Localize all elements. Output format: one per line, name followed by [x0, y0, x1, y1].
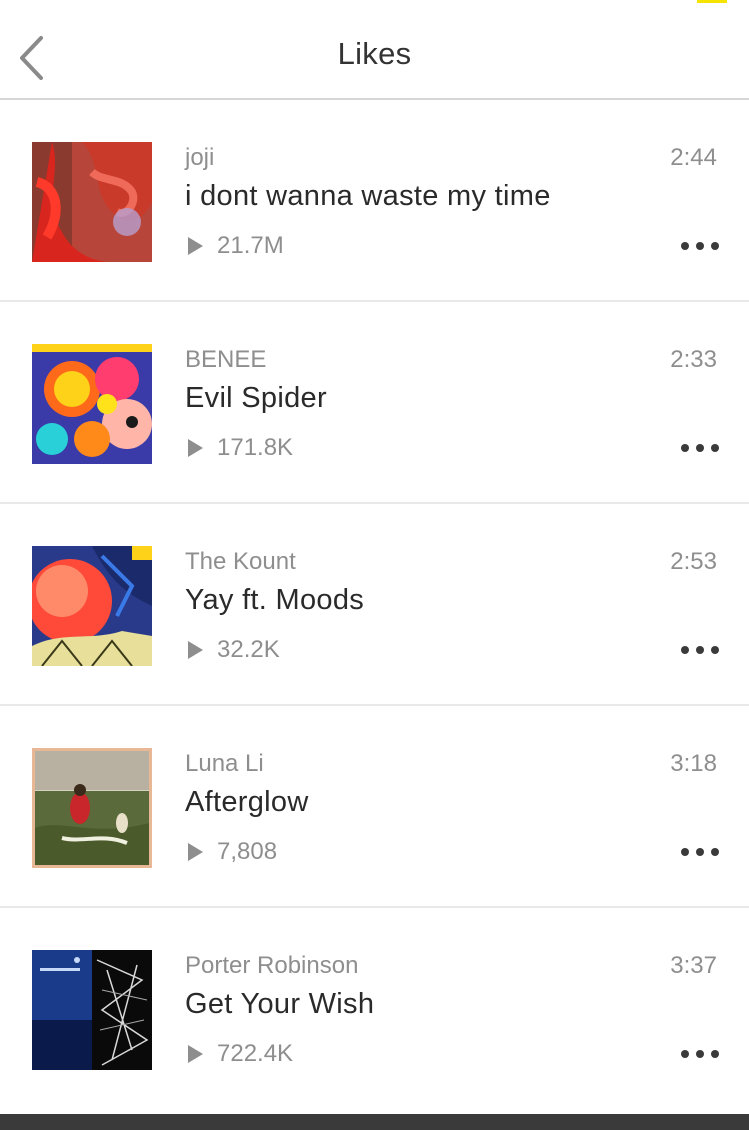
- more-dot-icon: [681, 646, 689, 654]
- play-count-value: 7,808: [217, 838, 278, 865]
- play-count: 7,808: [185, 838, 277, 866]
- more-dot-icon: [681, 444, 689, 452]
- track-row[interactable]: The Kount Yay ft. Moods 32.2K 2:53: [0, 504, 749, 706]
- more-dot-icon: [711, 444, 719, 452]
- track-title: Yay ft. Moods: [185, 584, 365, 616]
- play-count-value: 32.2K: [217, 636, 280, 663]
- track-artist: joji: [185, 144, 215, 171]
- more-options-button[interactable]: [681, 1042, 719, 1066]
- play-icon: [188, 641, 203, 659]
- album-art: [32, 344, 152, 464]
- more-dot-icon: [681, 848, 689, 856]
- more-dot-icon: [711, 242, 719, 250]
- bottom-bar: [0, 1114, 749, 1130]
- more-dot-icon: [681, 1050, 689, 1058]
- track-duration: 3:18: [670, 750, 717, 777]
- track-artist: BENEE: [185, 346, 267, 373]
- more-dot-icon: [696, 848, 704, 856]
- track-row[interactable]: Porter Robinson Get Your Wish 722.4K 3:3…: [0, 908, 749, 1110]
- track-list: joji i dont wanna waste my time 21.7M 2:…: [0, 100, 749, 1110]
- track-duration: 3:37: [670, 952, 717, 979]
- page-title: Likes: [337, 36, 412, 71]
- play-count-value: 171.8K: [217, 434, 294, 461]
- play-icon: [188, 1045, 203, 1063]
- more-dot-icon: [711, 848, 719, 856]
- album-art: [32, 950, 152, 1070]
- track-artist: The Kount: [185, 548, 296, 575]
- play-icon: [188, 237, 203, 255]
- play-count-value: 21.7M: [217, 232, 284, 259]
- header: Likes: [0, 0, 749, 100]
- track-row[interactable]: joji i dont wanna waste my time 21.7M 2:…: [0, 100, 749, 302]
- more-dot-icon: [696, 242, 704, 250]
- track-artist: Porter Robinson: [185, 952, 359, 979]
- track-artist: Luna Li: [185, 750, 264, 777]
- more-options-button[interactable]: [681, 436, 719, 460]
- play-count: 21.7M: [185, 232, 284, 260]
- track-duration: 2:53: [670, 548, 717, 575]
- more-dot-icon: [696, 444, 704, 452]
- album-art: [32, 142, 152, 262]
- more-dot-icon: [711, 646, 719, 654]
- track-duration: 2:44: [670, 144, 717, 171]
- more-dot-icon: [711, 1050, 719, 1058]
- more-options-button[interactable]: [681, 234, 719, 258]
- track-row[interactable]: Luna Li Afterglow 7,808 3:18: [0, 706, 749, 908]
- track-title: i dont wanna waste my time: [185, 180, 551, 212]
- track-title: Evil Spider: [185, 382, 327, 414]
- more-dot-icon: [696, 1050, 704, 1058]
- play-count-value: 722.4K: [217, 1040, 294, 1067]
- track-title: Get Your Wish: [185, 988, 375, 1020]
- more-options-button[interactable]: [681, 840, 719, 864]
- album-art: [32, 546, 152, 666]
- more-options-button[interactable]: [681, 638, 719, 662]
- play-count: 171.8K: [185, 434, 293, 462]
- play-icon: [188, 439, 203, 457]
- play-count: 722.4K: [185, 1040, 293, 1068]
- play-icon: [188, 843, 203, 861]
- play-count: 32.2K: [185, 636, 280, 664]
- more-dot-icon: [681, 242, 689, 250]
- more-dot-icon: [696, 646, 704, 654]
- album-art: [32, 748, 152, 868]
- track-row[interactable]: BENEE Evil Spider 171.8K 2:33: [0, 302, 749, 504]
- track-duration: 2:33: [670, 346, 717, 373]
- track-title: Afterglow: [185, 786, 309, 818]
